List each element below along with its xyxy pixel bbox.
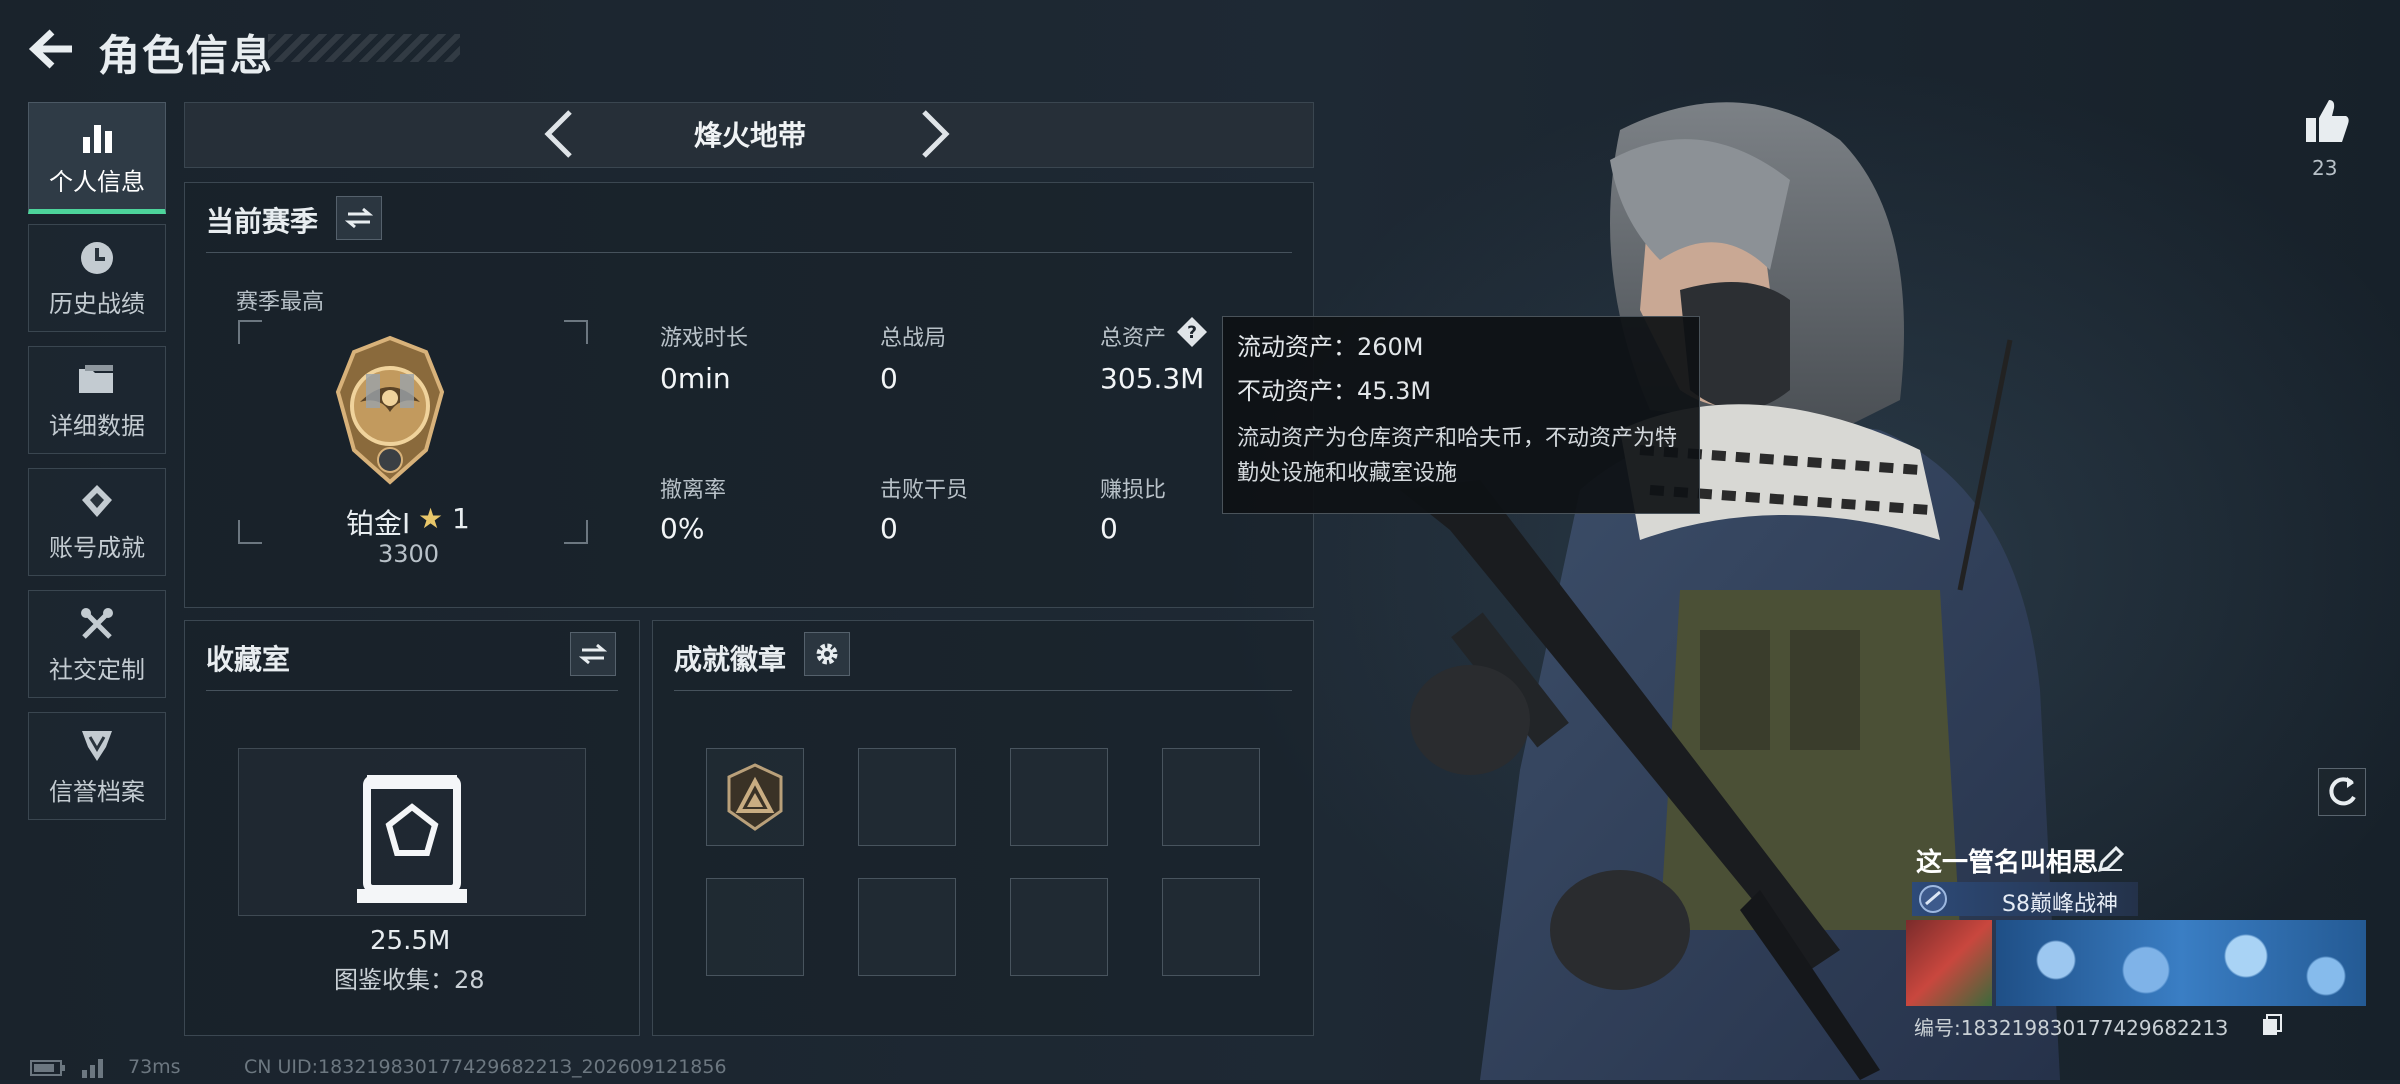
rank-emblem xyxy=(330,332,450,492)
switch-collection-button[interactable] xyxy=(570,632,616,676)
swap-icon xyxy=(345,207,373,229)
like-count: 23 xyxy=(2312,156,2338,180)
bar-chart-icon xyxy=(75,116,119,156)
mode-name: 烽火地带 xyxy=(693,119,806,152)
rank-star-count: 1 xyxy=(452,502,470,535)
stat-total-assets-label: 总资产 xyxy=(1100,326,1167,351)
tooltip-description: 流动资产为仓库资产和哈夫币，不动资产为特勤处设施和收藏室设施 xyxy=(1237,426,1678,486)
season-best-label: 赛季最高 xyxy=(236,290,325,315)
collection-value: 25.5M xyxy=(370,926,451,956)
title-decoration xyxy=(268,34,460,62)
badge-slot-1[interactable] xyxy=(706,748,804,846)
badge-slot-4[interactable] xyxy=(1162,748,1260,846)
divider xyxy=(674,690,1292,691)
stat-kills-value: 0 xyxy=(880,512,898,545)
battery-icon xyxy=(30,1060,66,1076)
badges-title: 成就徽章 xyxy=(674,643,787,676)
stat-extract-rate-label: 撤离率 xyxy=(660,478,727,503)
player-banner xyxy=(1996,920,2366,1006)
nav-item-personal-info[interactable]: 个人信息 xyxy=(28,102,166,214)
safe-room-icon xyxy=(357,775,467,903)
folder-icon xyxy=(75,360,119,400)
stat-total-matches-value: 0 xyxy=(880,362,898,395)
chevron-left-icon xyxy=(544,110,572,158)
stat-extract-rate-value: 0% xyxy=(660,512,705,545)
badge-icon xyxy=(727,763,783,831)
nav-label: 信誉档案 xyxy=(49,777,145,806)
rank-name: 铂金Ⅰ xyxy=(346,507,411,540)
player-name: 这一管名叫相思 xyxy=(1916,848,2099,878)
tooltip-fixed-assets: 不动资产：45.3M xyxy=(1237,377,1432,405)
collection-preview[interactable] xyxy=(238,748,586,916)
collection-count: 图鉴收集：28 xyxy=(334,966,485,994)
rank-score: 3300 xyxy=(378,540,440,568)
stat-play-time-value: 0min xyxy=(660,362,731,395)
tools-icon xyxy=(75,604,119,644)
frame-corner xyxy=(564,520,588,544)
signal-icon xyxy=(80,1056,108,1078)
chevron-right-icon xyxy=(922,110,950,158)
title-badge-text: S8巅峰战神 xyxy=(2002,892,2118,917)
svg-text:?: ? xyxy=(1187,323,1197,343)
frame-corner xyxy=(238,320,262,344)
frame-corner xyxy=(238,520,262,544)
stat-profit-ratio-label: 赚损比 xyxy=(1100,478,1167,503)
nav-label: 历史战绩 xyxy=(49,289,145,318)
clock-icon xyxy=(75,238,119,278)
badge-slot-8[interactable] xyxy=(1162,878,1260,976)
nav-item-reputation[interactable]: 信誉档案 xyxy=(28,712,166,820)
nav-label: 详细数据 xyxy=(49,411,145,440)
divider xyxy=(206,690,618,691)
refresh-icon xyxy=(2329,777,2356,806)
badge-slot-5[interactable] xyxy=(706,878,804,976)
collection-title: 收藏室 xyxy=(206,643,291,676)
nav-item-detailed-data[interactable]: 详细数据 xyxy=(28,346,166,454)
achievement-icon xyxy=(75,482,119,522)
badge-slot-6[interactable] xyxy=(858,878,956,976)
badge-settings-button[interactable] xyxy=(804,632,850,676)
switch-season-button[interactable] xyxy=(336,196,382,240)
assets-tooltip: 流动资产：260M 不动资产：45.3M 流动资产为仓库资产和哈夫币，不动资产为… xyxy=(1222,316,1700,514)
nav-item-achievements[interactable]: 账号成就 xyxy=(28,468,166,576)
nav-item-history[interactable]: 历史战绩 xyxy=(28,224,166,332)
back-button[interactable] xyxy=(28,28,76,70)
swap-icon xyxy=(579,643,607,665)
badge-slot-3[interactable] xyxy=(1010,748,1108,846)
season-title: 当前赛季 xyxy=(206,205,319,238)
nav-label: 社交定制 xyxy=(49,655,145,684)
tooltip-liquid-assets: 流动资产：260M xyxy=(1237,333,1424,361)
badge-slot-7[interactable] xyxy=(1010,878,1108,976)
stat-kills-label: 击败干员 xyxy=(880,478,969,503)
frame-corner xyxy=(564,320,588,344)
rotate-model-button[interactable] xyxy=(2318,768,2366,816)
nav-item-social-custom[interactable]: 社交定制 xyxy=(28,590,166,698)
pencil-icon xyxy=(2097,845,2125,873)
stat-play-time-label: 游戏时长 xyxy=(660,326,749,351)
prev-mode-button[interactable] xyxy=(536,106,584,162)
back-arrow-icon xyxy=(28,29,72,69)
stat-profit-ratio-value: 0 xyxy=(1100,512,1118,545)
edit-name-button[interactable] xyxy=(2096,844,2126,874)
help-icon[interactable]: ? xyxy=(1176,316,1208,348)
divider xyxy=(206,252,1292,253)
player-id: 编号:18321983017742968221З xyxy=(1914,1016,2229,1040)
title-badge-icon xyxy=(1918,884,1948,914)
next-mode-button[interactable] xyxy=(910,106,958,162)
stat-total-matches-label: 总战局 xyxy=(880,326,947,351)
like-button[interactable] xyxy=(2302,96,2352,146)
shield-icon xyxy=(75,726,119,766)
copy-icon xyxy=(2263,1014,2282,1035)
page-title: 角色信息 xyxy=(98,31,275,80)
star-icon: ★ xyxy=(418,502,444,535)
stat-total-assets-value: 305.3M xyxy=(1100,362,1205,395)
copy-id-button[interactable] xyxy=(2260,1012,2284,1036)
nav-label: 个人信息 xyxy=(49,167,145,196)
ping-value: 73ms xyxy=(128,1056,181,1078)
gear-icon xyxy=(816,643,838,665)
uid-text: CN UID:18321983017742968221З_20260912185… xyxy=(244,1056,727,1078)
player-avatar[interactable] xyxy=(1906,920,1992,1006)
thumbs-up-icon xyxy=(2306,100,2349,142)
badge-slot-2[interactable] xyxy=(858,748,956,846)
nav-label: 账号成就 xyxy=(49,533,145,562)
